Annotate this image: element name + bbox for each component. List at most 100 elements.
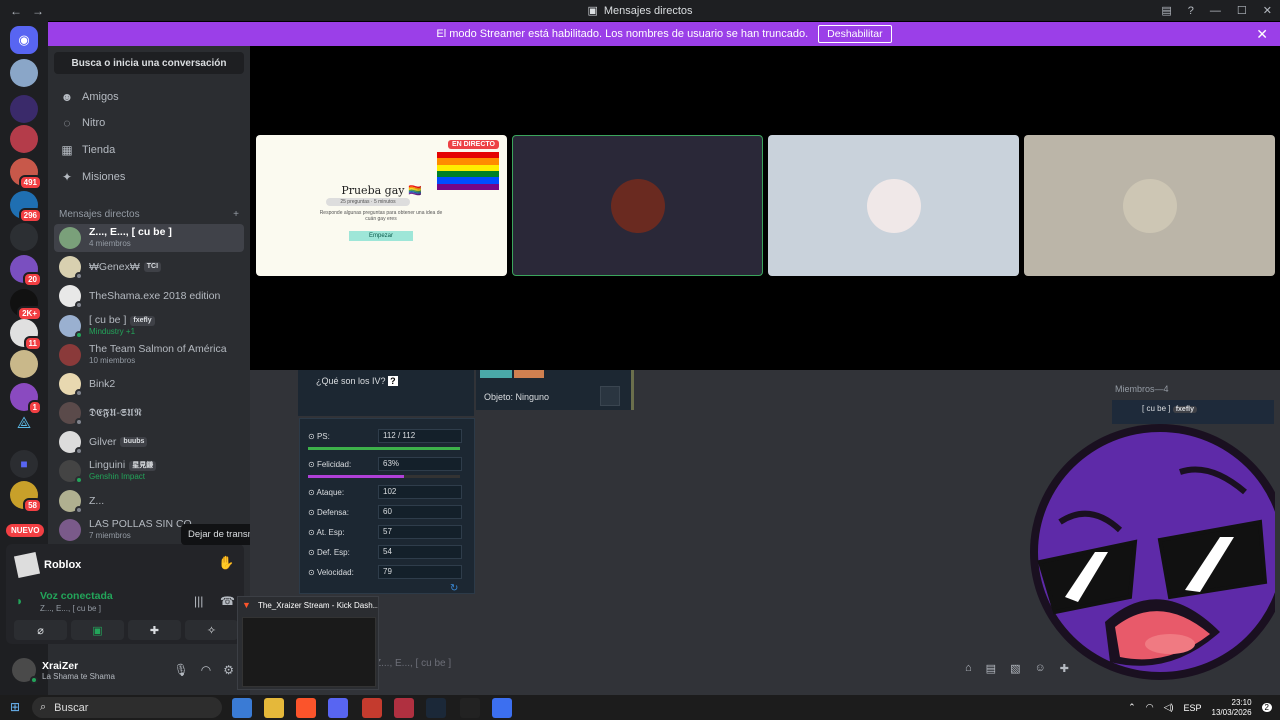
happiness-bar <box>308 475 460 478</box>
roblox-icon[interactable] <box>492 698 512 718</box>
soundboard-button[interactable]: ✧ <box>185 620 238 640</box>
preview-title: The_Xraizer Stream - Kick Dash... <box>258 601 378 610</box>
nitro-icon: ◌ <box>63 116 71 130</box>
stat-row: ⊙ Ataque: 102 <box>308 485 462 499</box>
participant-tile[interactable] <box>1024 135 1275 276</box>
server-icon[interactable]: 1 <box>10 383 42 415</box>
item-slot <box>600 386 620 406</box>
voice-status[interactable]: Voz conectada <box>40 590 113 602</box>
gif-icon[interactable]: ▤ <box>986 662 996 675</box>
minimize-icon[interactable]: — <box>1210 5 1221 17</box>
guild-tag: TCI <box>143 262 162 272</box>
stat-row: ⊙ Defensa: 60 <box>308 505 462 519</box>
volume-icon[interactable]: ◁) <box>1164 702 1174 713</box>
avatar <box>59 431 83 455</box>
file-explorer-icon[interactable] <box>264 698 284 718</box>
server-icon[interactable]: 58 <box>10 481 42 513</box>
language-indicator[interactable]: ESP <box>1183 703 1201 713</box>
nav-store[interactable]: ▦ Tienda <box>48 137 250 163</box>
copilot-icon[interactable] <box>232 698 252 718</box>
folder-icon[interactable]: ■ <box>10 450 38 478</box>
discord-icon[interactable] <box>328 698 348 718</box>
dm-item[interactable]: ₩Genex₩ TCI <box>54 253 244 281</box>
stat-row: ⊙ At. Esp: 57 <box>308 525 462 539</box>
obs-icon[interactable] <box>460 698 480 718</box>
stat-row: ⊙ PS: 112 / 112 <box>308 429 462 443</box>
banner-text: El modo Streamer está habilitado. Los no… <box>436 28 809 40</box>
server-icon[interactable]: 2K+ <box>10 289 42 321</box>
quiz-info: 25 preguntas · 5 minutos <box>326 198 410 206</box>
add-dm-icon[interactable]: + <box>233 209 239 220</box>
headphones-icon[interactable]: ◠ <box>201 663 211 677</box>
app-icon[interactable] <box>362 698 382 718</box>
dm-item[interactable]: [ cu be ] fxefly Mindustry +1 <box>54 312 244 340</box>
avatar <box>866 178 921 233</box>
dm-item[interactable]: Bink2 <box>54 370 244 398</box>
app-icon[interactable] <box>394 698 414 718</box>
participant-tile[interactable] <box>768 135 1019 276</box>
gear-icon[interactable]: ⚙ <box>223 663 234 677</box>
stream-tile-quiz[interactable]: EN DIRECTO Prueba gay 🏳️‍🌈 25 preguntas … <box>256 135 507 276</box>
server-icon[interactable] <box>10 223 38 251</box>
signal-icon[interactable]: ◗ <box>16 594 23 608</box>
close-icon[interactable]: ✕ <box>1256 26 1268 43</box>
stop-stream-icon[interactable]: ✋ <box>218 555 234 571</box>
screen-share-button[interactable]: ▣ <box>71 620 124 640</box>
close-window-icon[interactable]: ✕ <box>1263 4 1272 17</box>
dm-item[interactable]: Z..., E..., [ cu be ] 4 miembros <box>54 224 244 252</box>
wifi-icon[interactable]: ◠ <box>1146 702 1154 713</box>
dm-item[interactable]: Z... <box>54 487 244 515</box>
server-icon[interactable]: 11 <box>10 319 42 351</box>
taskbar-search[interactable]: ⌕ Buscar <box>32 697 222 718</box>
avatar <box>59 344 81 366</box>
server-icon[interactable] <box>10 59 38 87</box>
notification-badge[interactable]: 2 <box>1261 703 1272 712</box>
nav-quests[interactable]: ✦ Misiones <box>48 164 250 190</box>
store-icon: ▦ <box>61 143 73 157</box>
microphone-icon[interactable]: 🎙 <box>174 663 189 677</box>
server-icon[interactable]: 20 <box>10 255 42 287</box>
new-badge[interactable]: NUEVO <box>6 524 45 537</box>
chevron-up-icon[interactable]: ⌃ <box>1128 702 1136 713</box>
taskbar-preview[interactable]: ▼ The_Xraizer Stream - Kick Dash... <box>237 596 379 690</box>
server-icon[interactable] <box>10 125 38 153</box>
participant-tile[interactable] <box>512 135 763 276</box>
avatar[interactable] <box>12 658 38 684</box>
nav-friends[interactable]: ☻ Amigos <box>48 84 250 110</box>
gift-icon[interactable]: ⌂ <box>965 662 972 675</box>
user-panel: XraiZer La Shama te Shama 🎙 ◠ ⚙ <box>6 650 244 690</box>
inbox-icon[interactable]: ▤ <box>1161 4 1171 17</box>
dm-item[interactable]: The Team Salmon of América 10 miembros <box>54 341 244 369</box>
server-icon[interactable] <box>10 95 38 123</box>
steam-icon[interactable] <box>426 698 446 718</box>
disconnect-icon[interactable]: ☎ <box>220 594 235 608</box>
nav-nitro[interactable]: ◌ Nitro <box>48 110 250 136</box>
sticker-icon[interactable]: ▧ <box>1010 662 1020 675</box>
clock[interactable]: 23:10 13/03/2026 <box>1212 698 1252 718</box>
iv-question: ¿Qué son los IV? ? <box>298 370 474 416</box>
triangle-server-icon[interactable]: ⟁ <box>10 415 38 443</box>
discord-home-icon[interactable]: ◉ <box>10 26 38 54</box>
dm-item[interactable]: Linguini 星見鎌 Genshin Impact <box>54 457 244 485</box>
dm-item[interactable]: 𝕯𝕰𝕱𝖀-𝕾𝖀𝕹 <box>54 399 244 427</box>
dm-item[interactable]: Gilver buubs <box>54 428 244 456</box>
avatar <box>59 460 83 484</box>
server-icon[interactable]: 296 <box>10 191 42 223</box>
quiz-description: Responde algunas preguntas para obtener … <box>319 210 443 222</box>
activities-button[interactable]: ✚ <box>128 620 181 640</box>
message-input[interactable]: Z..., E..., [ cu be ] <box>375 658 451 669</box>
maximize-icon[interactable]: ☐ <box>1237 4 1247 17</box>
search-conversation-button[interactable]: Busca o inicia una conversación <box>54 52 244 74</box>
help-icon[interactable]: ? <box>1188 5 1194 17</box>
quests-icon: ✦ <box>61 170 73 184</box>
guild-tag: 星見鎌 <box>129 460 157 471</box>
noise-suppression-icon[interactable]: ||| <box>194 594 203 608</box>
dm-item[interactable]: TheShama.exe 2018 edition <box>54 282 244 310</box>
camera-off-button[interactable]: ⌀ <box>14 620 67 640</box>
server-icon[interactable]: 491 <box>10 158 42 190</box>
windows-start-icon[interactable]: ⊞ <box>10 700 20 714</box>
preview-image <box>242 617 376 687</box>
server-icon[interactable] <box>10 350 38 378</box>
brave-icon[interactable] <box>296 698 316 718</box>
disable-streamer-button[interactable]: Deshabilitar <box>818 25 892 43</box>
